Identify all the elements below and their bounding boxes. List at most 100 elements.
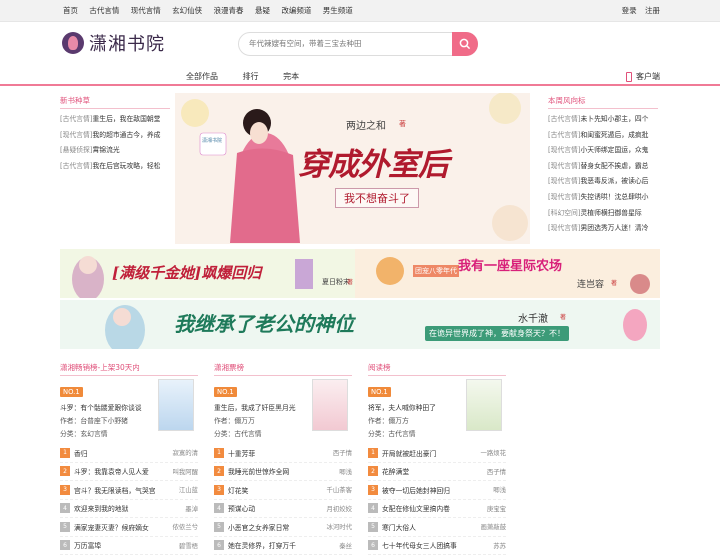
new-books-title: 新书种草 (60, 95, 170, 109)
table-row[interactable]: 5小恶官之女养家日常冰河时代 (214, 518, 352, 537)
new-books-panel: 新书种草 [古代言情]重生后，我在敌国朝堂 [现代言情]我的超市通古今，养成 [… (60, 95, 170, 174)
banner-author-suffix: 著 (399, 119, 406, 129)
top-book-title: 斗罗：有个骷髅爱跟你谈谈 (60, 402, 152, 412)
table-row[interactable]: 5寒门大俗人画萧敲鼓 (368, 518, 506, 537)
promo-suffix-2: 著 (611, 278, 617, 287)
search-box (238, 32, 478, 56)
banner-subtitle: 我不想奋斗了 (335, 188, 419, 208)
auth-links: 登录 注册 (616, 5, 660, 16)
promo-subtitle-3: 在诡异世界成了神，要献身祭天？不！ (425, 326, 569, 341)
promo-title-2: 我有一座星际农场 (458, 259, 568, 274)
nav-all-works[interactable]: 全部作品 (186, 72, 218, 81)
list-item[interactable]: [古代言情]和闺蜜死遁后，成疯批 (548, 128, 658, 144)
table-row[interactable]: 6她在灵修界，打穿万千秦丝 (214, 537, 352, 555)
promo-prefix-2: 团宠八零年代 (413, 265, 459, 277)
nav-completed[interactable]: 完本 (283, 72, 299, 81)
book-cover[interactable] (312, 379, 348, 431)
logo-icon (62, 32, 84, 54)
table-row[interactable]: 6七十年代母女三人团搞事苏苏 (368, 537, 506, 555)
promo-title-1: [满级千金她]飒爆回归 (112, 262, 261, 283)
main-nav: 全部作品 排行 完本 客户端 (0, 68, 720, 86)
table-row[interactable]: 6万历富埠碧雪梧 (60, 537, 198, 555)
promo-author-2: 连岂容 (577, 277, 604, 290)
book-cover[interactable] (158, 379, 194, 431)
weekly-panel: 本周风向标 [古代言情]未卜先知小郡主，四个 [古代言情]和闺蜜死遁后，成疯批 … (548, 95, 658, 237)
main-banner[interactable]: 潇湘书院 两边之和 著 穿成外室后 我不想奋斗了 (175, 93, 530, 244)
top-book-title: 重生后，我成了奸臣黑月光 (214, 402, 306, 412)
top-nav-male[interactable]: 男生频道 (323, 6, 353, 15)
list-item[interactable]: [现代言情]男团选秀万人迷！清冷 (548, 221, 658, 237)
banner-author: 两边之和 (346, 117, 386, 132)
table-row[interactable]: 5满家宠妻灭妻？候府嫡女侬侬兰兮 (60, 518, 198, 537)
rank-title: 阅读榜 (368, 362, 506, 376)
site-logo[interactable]: 潇湘书院 (62, 30, 165, 56)
list-item[interactable]: [现代言情]我恶毒反派，被读心后 (548, 174, 658, 190)
top-nav-youth[interactable]: 浪漫青春 (214, 6, 244, 15)
search-icon (459, 38, 471, 50)
client-download[interactable]: 客户端 (626, 71, 660, 82)
rank-title: 潇湘票榜 (214, 362, 352, 376)
table-row[interactable]: 2花醉满堂西子情 (368, 463, 506, 482)
promo-suffix-1: 著 (347, 277, 353, 286)
promo-author-1: 夏日粉末 (322, 277, 350, 287)
login-link[interactable]: 登录 (622, 6, 637, 15)
banner-brand: 潇湘书院 (202, 137, 222, 144)
rank-title: 潇湘畅销榜-上架30天内 (60, 362, 198, 376)
list-item[interactable]: [现代言情]失控诱哄！沈总肆哄小 (548, 190, 658, 206)
top-nav-mystery[interactable]: 悬疑 (255, 6, 270, 15)
table-row[interactable]: 1香归寂寞的清 (60, 444, 198, 463)
rank-badge: NO.1 (214, 387, 237, 397)
table-row[interactable]: 4女配在修仙文里搞内卷庚宝宝 (368, 500, 506, 519)
register-link[interactable]: 注册 (645, 6, 660, 15)
table-row[interactable]: 3宫斗？我无限读档，气哭宫江山蓝 (60, 481, 198, 500)
list-item[interactable]: [现代言情]替身女配不挨虐，霸总 (548, 159, 658, 175)
table-row[interactable]: 2斗罗：我靠袁帝人见人爱叫我阿醒 (60, 463, 198, 482)
search-input[interactable] (249, 39, 449, 48)
book-cover[interactable] (466, 379, 502, 431)
promo-suffix-3: 著 (560, 312, 566, 321)
table-row[interactable]: 3被夺一切后她封神回归唧浅 (368, 481, 506, 500)
table-row[interactable]: 4预谋心动月初姣姣 (214, 500, 352, 519)
banner-title: 穿成外室后 (298, 139, 448, 184)
rank-list: 1十重芳菲西子情 2我睡光前世惊炸全网唧浅 3灯花笑千山茶客 4预谋心动月初姣姣… (214, 444, 352, 555)
promo-banner-2[interactable]: 团宠八零年代 我有一座星际农场 连岂容 著 (355, 249, 660, 298)
rank-list: 1香归寂寞的清 2斗罗：我靠袁帝人见人爱叫我阿醒 3宫斗？我无限读档，气哭宫江山… (60, 444, 198, 555)
list-item[interactable]: [古代言情]我在后宫玩攻略，轻松 (60, 159, 170, 175)
list-item[interactable]: [现代言情]我的超市通古今，养成 (60, 128, 170, 144)
rank-votes: 潇湘票榜 NO.1 重生后，我成了奸臣黑月光 作者：儞万万 分类：古代言情 1十… (214, 362, 352, 379)
rank-reading: 阅读榜 NO.1 将军，夫人喊你种田了 作者：儞万方 分类：古代言情 1开局就被… (368, 362, 506, 379)
list-item[interactable]: [古代言情]未卜先知小郡主，四个 (548, 112, 658, 128)
top-nav-adapt[interactable]: 改编频道 (281, 6, 311, 15)
weekly-title: 本周风向标 (548, 95, 658, 109)
top-bar: 首页 古代言情 现代言情 玄幻仙侠 浪漫青春 悬疑 改编频道 男生频道 登录 注… (0, 0, 720, 22)
promo-title-3: 我继承了老公的神位 (174, 308, 354, 337)
table-row[interactable]: 3灯花笑千山茶客 (214, 481, 352, 500)
list-item[interactable]: [现代言情]小天师绑定国运，众鬼 (548, 143, 658, 159)
list-item[interactable]: [悬疑侦探]霄锦流光 (60, 143, 170, 159)
promo-art-3 (60, 300, 660, 349)
list-item[interactable]: [科幻空间]灵植师横扫御兽星际 (548, 206, 658, 222)
promo-banner-3[interactable]: 我继承了老公的神位 水千澈 著 在诡异世界成了神，要献身祭天？不！ (60, 300, 660, 349)
table-row[interactable]: 1十重芳菲西子情 (214, 444, 352, 463)
rank-bestseller: 潇湘畅销榜-上架30天内 NO.1 斗罗：有个骷髅爱跟你谈谈 作者：台普座下小野… (60, 362, 198, 379)
header: 潇湘书院 (0, 22, 720, 68)
top-nav-home[interactable]: 首页 (63, 6, 78, 15)
table-row[interactable]: 2我睡光前世惊炸全网唧浅 (214, 463, 352, 482)
nav-ranking[interactable]: 排行 (243, 72, 259, 81)
client-label: 客户端 (636, 71, 660, 82)
top-nav-modern[interactable]: 现代言情 (131, 6, 161, 15)
rank-top-book[interactable]: NO.1 重生后，我成了奸臣黑月光 作者：儞万万 分类：古代言情 (214, 379, 352, 435)
promo-author-3: 水千澈 (518, 310, 548, 325)
promo-banner-1[interactable]: [满级千金她]飒爆回归 夏日粉末 著 (60, 249, 355, 298)
table-row[interactable]: 4欢迎来到我的地狱墨淖 (60, 500, 198, 519)
top-nav-ancient[interactable]: 古代言情 (89, 6, 119, 15)
logo-text: 潇湘书院 (89, 30, 165, 56)
top-nav-fantasy[interactable]: 玄幻仙侠 (172, 6, 202, 15)
rank-top-book[interactable]: NO.1 将军，夫人喊你种田了 作者：儞万方 分类：古代言情 (368, 379, 506, 435)
search-button[interactable] (452, 32, 478, 56)
rank-top-book[interactable]: NO.1 斗罗：有个骷髅爱跟你谈谈 作者：台普座下小野猪 分类：玄幻言情 (60, 379, 198, 435)
table-row[interactable]: 1开局就被赶出豪门一路烦花 (368, 444, 506, 463)
list-item[interactable]: [古代言情]重生后，我在敌国朝堂 (60, 112, 170, 128)
phone-icon (626, 72, 632, 82)
top-book-title: 将军，夫人喊你种田了 (368, 402, 460, 412)
